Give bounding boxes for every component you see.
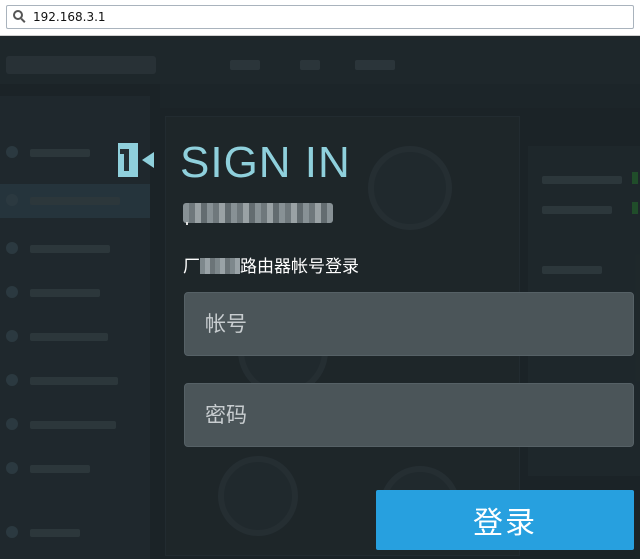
sign-in-door-icon [118,143,156,179]
description-suffix: 路由器帐号登录 [240,257,359,277]
password-input[interactable] [185,384,633,446]
url-text[interactable]: 192.168.3.1 [33,10,106,24]
redacted-subtitle [183,203,333,223]
account-input[interactable] [185,293,633,355]
page-title: SIGN IN [180,138,351,187]
description-prefix: 厂 [183,257,200,277]
url-field[interactable]: 192.168.3.1 [6,5,634,29]
redacted-mark [186,222,188,225]
login-button[interactable]: 登录 [376,490,634,550]
search-icon [13,10,27,24]
login-description: 厂 路由器帐号登录 [183,252,359,277]
account-field-box [184,292,634,356]
redacted-brand [200,258,240,274]
browser-address-bar: 192.168.3.1 [0,0,640,36]
password-field-box [184,383,634,447]
